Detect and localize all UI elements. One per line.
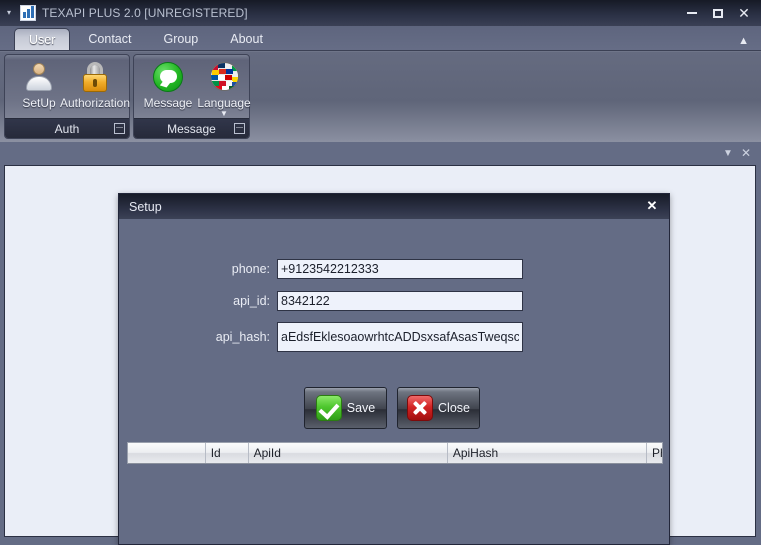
save-button-label: Save: [346, 401, 376, 415]
phone-input[interactable]: [277, 259, 523, 279]
chevron-down-icon[interactable]: ▼: [719, 144, 737, 162]
ribbon-button-message[interactable]: Message: [140, 59, 196, 110]
chevron-down-icon-language[interactable]: ▼: [220, 110, 228, 118]
speech-bubble-icon: [152, 61, 184, 93]
minimize-button[interactable]: [679, 3, 705, 23]
tab-about[interactable]: About: [216, 28, 277, 50]
globe-flags-icon: [208, 61, 240, 93]
ribbon-body: SetUp Authorization Auth ⎻ Message Langu…: [0, 50, 761, 142]
close-icon[interactable]: ✕: [737, 144, 755, 162]
ribbon-group-auth-name: Auth: [54, 121, 80, 136]
grid-column-phone[interactable]: Ph: [647, 443, 662, 463]
grid-column-apiid[interactable]: ApiId: [249, 443, 448, 463]
api-id-field-row: api_id:: [167, 291, 523, 311]
dialog-launcher-icon-message[interactable]: ⎻: [234, 123, 245, 134]
app-logo-icon: [20, 5, 36, 21]
tab-user[interactable]: User: [14, 28, 71, 50]
tab-contact[interactable]: Contact: [74, 28, 145, 50]
ribbon-group-message-footer: Message ⎻: [134, 118, 249, 138]
window-title: TEXAPI PLUS 2.0 [UNREGISTERED]: [42, 6, 248, 20]
ribbon-collapse-chevron-up-icon[interactable]: ▲: [738, 36, 749, 47]
ribbon-button-authorization[interactable]: Authorization: [60, 59, 130, 110]
api-hash-input[interactable]: [277, 322, 523, 352]
accounts-grid: Id ApiId ApiHash Ph: [127, 442, 663, 538]
ribbon-button-setup-label: SetUp: [22, 96, 56, 110]
setup-dialog-title-bar: Setup ✕: [119, 194, 669, 219]
api-id-input[interactable]: [277, 291, 523, 311]
close-icon: ✕: [738, 5, 750, 21]
ribbon-group-auth-items: SetUp Authorization: [5, 55, 130, 118]
window-controls: ✕: [679, 0, 757, 26]
close-button-dialog[interactable]: Close: [397, 387, 480, 429]
person-icon: [23, 61, 55, 93]
phone-field-row: phone:: [167, 259, 523, 279]
red-x-icon: [407, 395, 434, 421]
ribbon-group-message-name: Message: [167, 121, 216, 136]
accounts-grid-body: [127, 464, 663, 538]
tab-group[interactable]: Group: [150, 28, 213, 50]
ribbon-button-setup[interactable]: SetUp: [11, 59, 67, 110]
lock-icon: [79, 61, 111, 93]
ribbon-button-message-label: Message: [143, 96, 193, 110]
dock-panel-bar: ▼ ✕: [0, 142, 761, 164]
grid-column-select[interactable]: [128, 443, 206, 463]
api-id-field-label: api_id:: [233, 294, 270, 308]
maximize-button[interactable]: [705, 3, 731, 23]
ribbon-group-message-items: Message Language ▼: [134, 55, 252, 118]
api-hash-field-label: api_hash:: [215, 330, 270, 344]
ribbon-tab-strip: User Contact Group About ▲: [0, 26, 761, 50]
dialog-button-row: Save Close: [304, 387, 480, 429]
api-hash-field-row: api_hash:: [167, 322, 523, 352]
save-button[interactable]: Save: [304, 387, 387, 429]
ribbon-group-auth: SetUp Authorization Auth ⎻: [4, 54, 130, 139]
close-button-label: Close: [438, 401, 470, 415]
ribbon-group-auth-footer: Auth ⎻: [5, 118, 129, 138]
ribbon-group-message: Message Language ▼ Message ⎻: [133, 54, 252, 139]
ribbon-button-authorization-label: Authorization: [59, 96, 131, 110]
ribbon-button-language[interactable]: Language ▼: [196, 59, 252, 118]
grid-column-id[interactable]: Id: [206, 443, 249, 463]
grid-column-apihash[interactable]: ApiHash: [448, 443, 648, 463]
dialog-launcher-icon-auth[interactable]: ⎻: [114, 123, 125, 134]
accounts-grid-header: Id ApiId ApiHash Ph: [127, 442, 663, 464]
green-check-icon: [315, 395, 342, 421]
close-button[interactable]: ✕: [731, 3, 757, 23]
phone-field-label: phone:: [231, 262, 270, 276]
ribbon-button-language-label: Language: [197, 96, 251, 110]
setup-dialog: Setup ✕ phone: api_id: api_hash: Save: [118, 193, 670, 545]
setup-dialog-body: phone: api_id: api_hash: Save Close: [119, 219, 669, 545]
setup-dialog-title: Setup: [129, 199, 162, 214]
title-bar: ▾ TEXAPI PLUS 2.0 [UNREGISTERED] ✕: [0, 0, 761, 26]
setup-dialog-close-icon[interactable]: ✕: [643, 197, 661, 215]
application-window: ▾ TEXAPI PLUS 2.0 [UNREGISTERED] ✕ User …: [0, 0, 761, 545]
quick-access-dropdown-icon[interactable]: ▾: [0, 0, 18, 26]
